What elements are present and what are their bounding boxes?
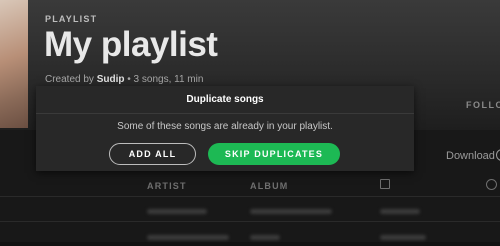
- playlist-stats: • 3 songs, 11 min: [124, 74, 204, 85]
- dialog-title-bar: Duplicate songs: [36, 86, 414, 114]
- duplicate-songs-dialog: Duplicate songs Some of these songs are …: [36, 86, 414, 171]
- playlist-title: My playlist: [44, 25, 218, 64]
- track-date-blurred: [380, 235, 426, 240]
- created-by-label: Created by: [45, 74, 97, 85]
- dialog-title: Duplicate songs: [186, 94, 264, 105]
- track-artist-blurred: [147, 235, 229, 240]
- playlist-kicker: PLAYLIST: [45, 14, 98, 24]
- owner-link[interactable]: Sudip: [97, 74, 125, 85]
- track-artist-blurred: [147, 209, 207, 214]
- download-label: Download: [446, 150, 495, 162]
- column-header-divider: [0, 196, 500, 197]
- track-album-blurred: [250, 209, 332, 214]
- clock-icon[interactable]: [486, 179, 497, 190]
- calendar-icon[interactable]: [380, 179, 390, 189]
- playlist-cover-image[interactable]: [0, 0, 28, 128]
- track-date-blurred: [380, 209, 420, 214]
- table-row[interactable]: [0, 200, 500, 222]
- dialog-message: Some of these songs are already in your …: [117, 121, 333, 132]
- playlist-meta: Created by Sudip • 3 songs, 11 min: [45, 74, 203, 85]
- row-divider: [0, 221, 500, 222]
- add-all-button[interactable]: ADD ALL: [109, 143, 196, 165]
- follow-button[interactable]: FOLLO: [466, 100, 500, 110]
- column-header-artist[interactable]: ARTIST: [147, 181, 187, 191]
- skip-duplicates-button[interactable]: SKIP DUPLICATES: [208, 143, 340, 165]
- table-row[interactable]: [0, 224, 500, 246]
- track-album-blurred: [250, 235, 280, 240]
- column-header-album[interactable]: ALBUM: [250, 181, 289, 191]
